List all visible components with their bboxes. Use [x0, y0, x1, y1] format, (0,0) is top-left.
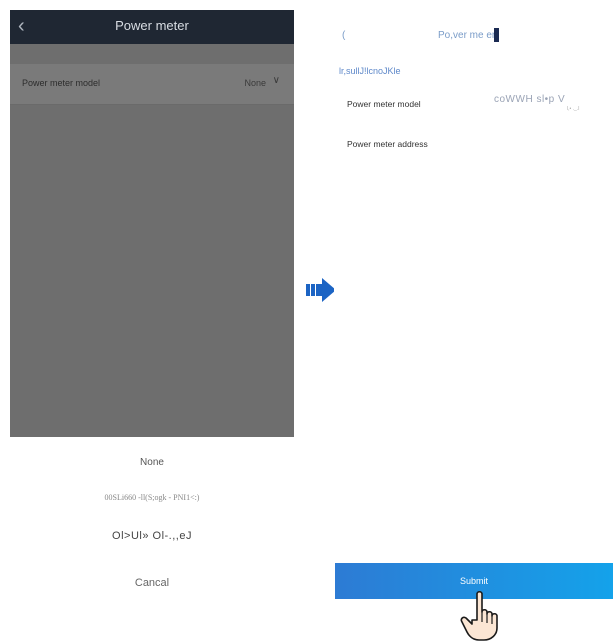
- pointer-hand-icon: [460, 590, 498, 641]
- left-header-bar: ‹ Power meter: [10, 10, 294, 44]
- power-meter-model-row[interactable]: Power meter model None ∨: [10, 64, 294, 105]
- settings-subtitle: lr,sullJ!lcnoJKle: [339, 66, 401, 76]
- right-page-title: Po,ver me er: [438, 30, 496, 41]
- option-model-2[interactable]: 00SLi660 -ll(S;ogk - PNI1<:): [10, 493, 294, 502]
- left-page-title: Power meter: [115, 18, 189, 33]
- left-phone-screen: ‹ Power meter Power meter model None ∨ N…: [10, 10, 294, 642]
- power-meter-model-label: Power meter model: [22, 78, 101, 88]
- power-meter-model-value[interactable]: coWWH sl•p V: [494, 94, 565, 105]
- power-meter-address-label: Power meter address: [347, 139, 428, 149]
- power-meter-model-subtext: l,• ._.l: [567, 106, 580, 112]
- text-cursor: [494, 28, 499, 42]
- dim-overlay: Power meter model None ∨: [10, 44, 294, 437]
- cancel-button[interactable]: Cancal: [10, 577, 294, 589]
- right-phone-screen: ( Po,ver me er lr,sullJ!lcnoJKle Power m…: [334, 10, 613, 642]
- back-button[interactable]: (: [342, 30, 345, 41]
- power-meter-model-value: None: [244, 78, 266, 88]
- chevron-down-icon: ∨: [272, 75, 280, 86]
- option-model-3[interactable]: Ol>Ul» Ol-.,,eJ: [10, 530, 294, 542]
- model-picker-sheet: None 00SLi660 -ll(S;ogk - PNI1<:) Ol>Ul»…: [10, 437, 294, 642]
- arrow-right-icon: [306, 278, 336, 302]
- option-none[interactable]: None: [10, 457, 294, 468]
- power-meter-model-label: Power meter model: [347, 99, 421, 109]
